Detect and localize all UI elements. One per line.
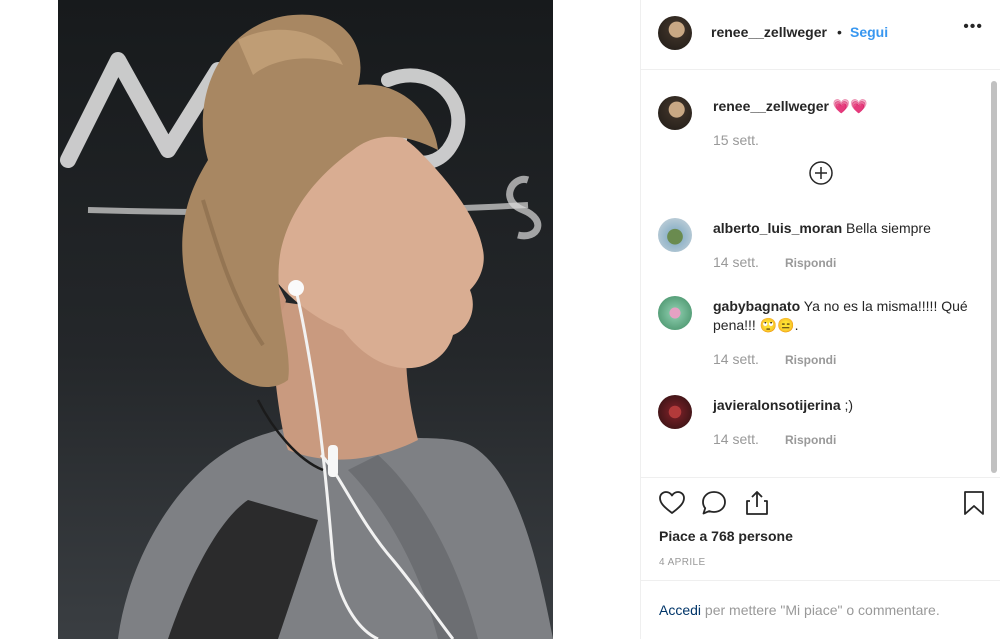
author-username[interactable]: renee__zellweger: [711, 24, 827, 40]
post-photo-area: [0, 0, 640, 639]
separator-dot: •: [837, 24, 842, 40]
comment-body: Bella siempre: [846, 220, 931, 236]
heart-icon[interactable]: [658, 489, 686, 517]
login-prompt: Accedi per mettere "Mi piace" o commenta…: [641, 580, 1000, 639]
comment-body: ;): [844, 397, 854, 413]
comment-text: javieralonsotijerina ;): [713, 396, 985, 415]
comment-text: alberto_luis_moran Bella siempre: [713, 219, 985, 238]
login-message: per mettere "Mi piace" o commentare.: [701, 602, 940, 618]
scrollbar-thumb[interactable]: [991, 81, 997, 473]
reply-button[interactable]: Rispondi: [785, 433, 836, 447]
comment-username[interactable]: javieralonsotijerina: [713, 397, 841, 413]
commenter-avatar[interactable]: [658, 296, 692, 330]
comment-username[interactable]: gabybagnato: [713, 298, 800, 314]
share-icon[interactable]: [743, 489, 771, 517]
bookmark-icon[interactable]: [960, 489, 988, 517]
commenter-avatar[interactable]: [658, 395, 692, 429]
caption-username[interactable]: renee__zellweger: [713, 98, 829, 114]
author-avatar[interactable]: [658, 16, 692, 50]
reply-button[interactable]: Rispondi: [785, 256, 836, 270]
post-side-panel: renee__zellweger • Segui ••• renee__zell…: [640, 0, 1000, 639]
caption-text: renee__zellweger 💗💗: [713, 97, 985, 116]
post-header: renee__zellweger • Segui •••: [641, 0, 1000, 70]
photo-illustration: [60, 14, 553, 639]
likes-count[interactable]: Piace a 768 persone: [659, 528, 793, 544]
comments-scrollbar[interactable]: [988, 71, 1000, 476]
commenter-avatar[interactable]: [658, 218, 692, 252]
caption-avatar[interactable]: [658, 96, 692, 130]
comment-icon[interactable]: [700, 489, 728, 517]
comment-text: gabybagnato Ya no es la misma!!!!! Qué p…: [713, 297, 985, 335]
post-photo[interactable]: [58, 0, 553, 639]
comments-list[interactable]: renee__zellweger 💗💗 15 sett. alberto_lui…: [641, 71, 1000, 476]
post-date[interactable]: 4 APRILE: [659, 557, 706, 568]
login-prompt-text: Accedi per mettere "Mi piace" o commenta…: [659, 602, 940, 618]
comment-time[interactable]: 14 sett.: [713, 254, 759, 270]
reply-button[interactable]: Rispondi: [785, 353, 836, 367]
login-link[interactable]: Accedi: [659, 602, 701, 618]
plus-circle-icon[interactable]: [808, 160, 834, 186]
caption-body: 💗💗: [832, 98, 868, 114]
comment-time[interactable]: 14 sett.: [713, 351, 759, 367]
follow-button[interactable]: Segui: [850, 24, 888, 40]
comment-time[interactable]: 14 sett.: [713, 431, 759, 447]
caption-time[interactable]: 15 sett.: [713, 132, 759, 148]
post-actions: Piace a 768 persone 4 APRILE: [641, 477, 1000, 580]
comment-username[interactable]: alberto_luis_moran: [713, 220, 842, 236]
more-options-icon[interactable]: •••: [963, 18, 983, 36]
